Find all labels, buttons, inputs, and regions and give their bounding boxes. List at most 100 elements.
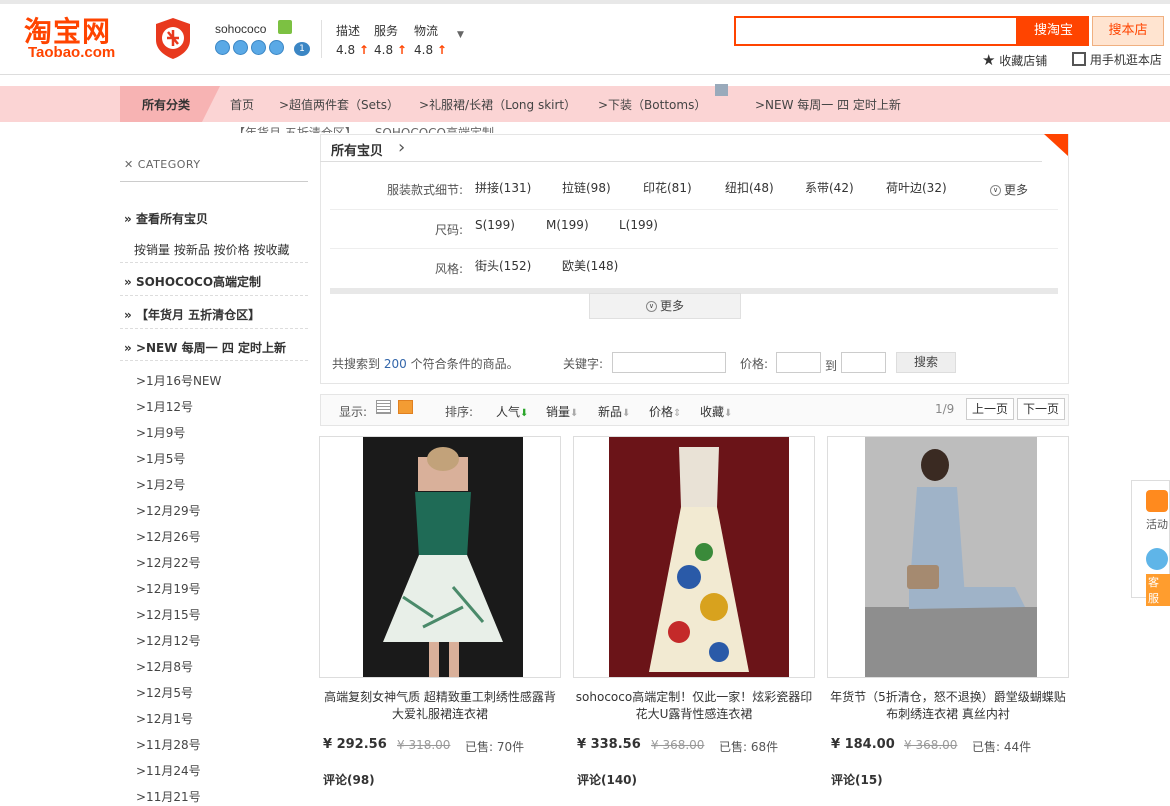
nav-overflow-text: 【年货月 五折清仓区】 SOHOCOCO高端定制 (233, 126, 494, 133)
filter-more-button[interactable]: ∨ 更多 (589, 293, 741, 319)
sidebar-date-item[interactable]: >11月28号 (136, 736, 201, 753)
filter-option[interactable]: M(199) (546, 218, 589, 232)
product-reviews[interactable]: 评论(15) (831, 771, 883, 788)
keyword-input[interactable] (612, 352, 726, 373)
sidebar-date-item[interactable]: >12月22号 (136, 554, 201, 571)
service-label[interactable]: 客服 (1146, 574, 1170, 606)
product-image[interactable] (609, 437, 789, 678)
filter-row-divider (330, 248, 1058, 249)
product-old-price: ¥ 368.00 (904, 738, 958, 752)
nav-new[interactable]: >NEW 每周一 四 定时上新 (755, 96, 901, 113)
sort-new[interactable]: 新品⬇ (598, 403, 630, 420)
product-title[interactable]: sohococo高端定制！仅此一家！炫彩瓷器印花大U露背性感连衣裙 (573, 689, 815, 723)
nav-home[interactable]: 首页 (230, 96, 254, 113)
product-image-card[interactable] (573, 436, 815, 678)
sale-gift-icon[interactable] (1146, 490, 1168, 512)
sidebar-date-item[interactable]: >12月26号 (136, 528, 201, 545)
taobao-logo-en[interactable]: Taobao.com (28, 44, 115, 61)
list-view-icon[interactable] (376, 400, 391, 414)
next-page-button[interactable]: 下一页 (1017, 398, 1065, 420)
arrow-down-icon: ⬇ (570, 408, 579, 419)
nav-long-skirt[interactable]: >礼服裙/长裙（Long skirt） (419, 96, 576, 113)
filter-option[interactable]: 荷叶边(32) (886, 179, 947, 196)
search-taobao-button[interactable]: 搜淘宝 (1018, 16, 1089, 46)
filter-option[interactable]: 拉链(98) (562, 179, 611, 196)
filter-title[interactable]: 所有宝贝 (331, 140, 383, 159)
sort-sales[interactable]: 销量⬇ (546, 403, 578, 420)
rating-dropdown-icon[interactable]: ▼ (457, 30, 464, 40)
filter-option[interactable]: L(199) (619, 218, 658, 232)
sidebar-date-item[interactable]: >1月2号 (136, 476, 185, 493)
product-old-price: ¥ 318.00 (397, 738, 451, 752)
sort-favorites[interactable]: 收藏⬇ (700, 403, 732, 420)
filter-option[interactable]: 拼接(131) (475, 179, 531, 196)
product-price: ¥ 338.56 (577, 737, 641, 752)
sidebar-date-item[interactable]: >11月24号 (136, 762, 201, 779)
nav-bottoms[interactable]: >下装（Bottoms） (598, 96, 706, 113)
prev-page-button[interactable]: 上一页 (966, 398, 1014, 420)
nav-dropdown-icon[interactable] (715, 84, 728, 96)
sidebar-sohococo[interactable]: » SOHOCOCO高端定制 (124, 273, 261, 290)
sidebar-divider (120, 295, 308, 296)
shop-name[interactable]: sohococo (215, 22, 266, 36)
nav-sets[interactable]: >超值两件套（Sets） (279, 96, 399, 113)
search-input[interactable] (734, 16, 1018, 46)
product-reviews[interactable]: 评论(98) (323, 771, 375, 788)
sidebar-date-item[interactable]: >12月15号 (136, 606, 201, 623)
price-to-label: 到 (825, 359, 838, 373)
filter-option[interactable]: 系带(42) (805, 179, 854, 196)
sidebar-date-item[interactable]: >12月5号 (136, 684, 193, 701)
sidebar-date-item[interactable]: >1月5号 (136, 450, 185, 467)
filter-option[interactable]: 欧美(148) (562, 257, 618, 274)
filter-option[interactable]: 街头(152) (475, 257, 531, 274)
filter-option[interactable]: 印花(81) (643, 179, 692, 196)
sidebar-date-item[interactable]: >12月12号 (136, 632, 201, 649)
arrow-updown-icon: ⇕ (673, 408, 682, 419)
mobile-shop-link[interactable]: 用手机逛本店 (1072, 51, 1162, 68)
sidebar-sort-links[interactable]: 按销量 按新品 按价格 按收藏 (134, 241, 289, 258)
sidebar-date-item[interactable]: >1月16号NEW (136, 372, 221, 389)
sort-label: 排序: (445, 405, 474, 419)
sidebar-clearance[interactable]: » 【年货月 五折清仓区】 (124, 306, 260, 323)
sidebar-view-all[interactable]: » 查看所有宝贝 (124, 210, 208, 227)
filter-option[interactable]: 纽扣(48) (725, 179, 774, 196)
filter-more-inline[interactable]: ∨ 更多 (990, 181, 1028, 198)
sidebar-date-item[interactable]: >12月29号 (136, 502, 201, 519)
price-max-input[interactable] (841, 352, 886, 373)
favorite-shop-link[interactable]: ★ 收藏店铺 (982, 51, 1047, 69)
price-min-input[interactable] (776, 352, 821, 373)
sale-label[interactable]: 活动 (1146, 516, 1168, 532)
sort-popularity[interactable]: 人气⬇ (496, 403, 528, 420)
sidebar-date-item[interactable]: >11月21号 (136, 788, 201, 805)
product-sold: 已售: 70件 (465, 740, 525, 754)
customer-service-icon[interactable] (1146, 548, 1168, 570)
sidebar-date-item[interactable]: >12月19号 (136, 580, 201, 597)
product-sold: 已售: 44件 (972, 740, 1032, 754)
product-image[interactable] (865, 437, 1037, 678)
sidebar-date-item[interactable]: >12月8号 (136, 658, 193, 675)
product-title[interactable]: 年货节（5折清仓，怒不退换）爵堂级蝴蝶贴布刺绣连衣裙 真丝内衬 (827, 689, 1069, 723)
filter-option[interactable]: S(199) (475, 218, 515, 232)
sidebar-date-item[interactable]: >1月9号 (136, 424, 185, 441)
header-divider-line (0, 74, 1170, 75)
product-title[interactable]: 高端复刻女神气质 超精致重工刺绣性感露背大爱礼服裙连衣裙 (319, 689, 561, 723)
sidebar-date-item[interactable]: >12月1号 (136, 710, 193, 727)
product-reviews[interactable]: 评论(140) (577, 771, 637, 788)
sidebar-new[interactable]: » >NEW 每周一 四 定时上新 (124, 339, 286, 356)
sidebar-divider (120, 360, 308, 361)
product-image-card[interactable] (827, 436, 1069, 678)
sidebar-date-item[interactable]: >1月12号 (136, 398, 193, 415)
chevron-down-icon: ∨ (645, 301, 657, 312)
product-image[interactable] (363, 437, 523, 678)
filter-label-size: 尺码: (434, 223, 463, 237)
filter-search-button[interactable]: 搜索 (896, 352, 956, 373)
product-image-card[interactable] (319, 436, 561, 678)
nav-all-categories[interactable]: 所有分类 (142, 96, 190, 113)
product-price: ¥ 184.00 (831, 737, 895, 752)
grid-view-icon[interactable] (398, 400, 413, 414)
arrow-down-icon: ⬇ (622, 408, 631, 419)
sort-price[interactable]: 价格⇕ (649, 403, 681, 420)
chevron-right-icon: › (398, 137, 406, 158)
search-shop-button[interactable]: 搜本店 (1092, 16, 1164, 46)
sidebar-divider (120, 328, 308, 329)
